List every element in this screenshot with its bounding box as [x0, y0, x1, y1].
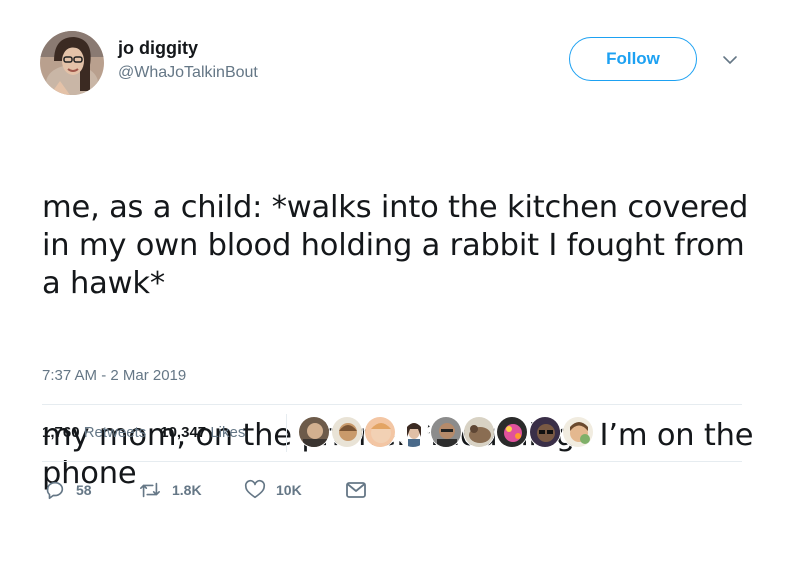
- likes-count: 10,347: [160, 424, 207, 441]
- chevron-down-icon[interactable]: [722, 54, 738, 66]
- divider: [42, 404, 742, 405]
- follow-button[interactable]: Follow: [569, 37, 697, 81]
- liker-avatar[interactable]: [529, 416, 561, 448]
- author-display-name[interactable]: jo diggity: [118, 38, 198, 59]
- retweets-count: 1,760: [42, 424, 80, 441]
- likes-stat[interactable]: 10,347 Likes: [160, 424, 245, 441]
- tweet-paragraph: me, as a child: *walks into the kitchen …: [42, 190, 758, 301]
- envelope-icon: [346, 482, 366, 498]
- stats-separator: [286, 414, 287, 452]
- direct-message-button[interactable]: [344, 479, 368, 501]
- retweet-icon: [140, 482, 160, 498]
- liker-avatar[interactable]: [562, 416, 594, 448]
- liker-avatar[interactable]: [463, 416, 495, 448]
- liker-avatar[interactable]: [397, 416, 429, 448]
- divider: [42, 461, 742, 462]
- reply-count: 58: [76, 482, 92, 498]
- like-button[interactable]: 10K: [244, 479, 302, 501]
- like-count: 10K: [276, 482, 302, 498]
- tweet-card: jo diggity @WhaJoTalkinBout Follow me, a…: [0, 0, 788, 520]
- tweet-timestamp[interactable]: 7:37 AM - 2 Mar 2019: [42, 367, 186, 384]
- liker-avatar[interactable]: [430, 416, 462, 448]
- liker-avatar[interactable]: [298, 416, 330, 448]
- liker-avatar[interactable]: [331, 416, 363, 448]
- retweet-count: 1.8K: [172, 482, 202, 498]
- reply-button[interactable]: 58: [44, 479, 92, 501]
- tweet-stats: 1,760 Retweets 10,347 Likes: [42, 424, 245, 441]
- likes-label: Likes: [210, 424, 246, 441]
- reply-icon: [46, 481, 64, 500]
- retweets-stat[interactable]: 1,760 Retweets: [42, 424, 146, 441]
- author-handle[interactable]: @WhaJoTalkinBout: [118, 64, 258, 82]
- author-avatar[interactable]: [40, 31, 104, 95]
- retweets-label: Retweets: [83, 424, 147, 441]
- liker-avatar[interactable]: [364, 416, 396, 448]
- heart-icon: [244, 479, 266, 499]
- retweet-button[interactable]: 1.8K: [138, 479, 202, 501]
- liker-avatar[interactable]: [496, 416, 528, 448]
